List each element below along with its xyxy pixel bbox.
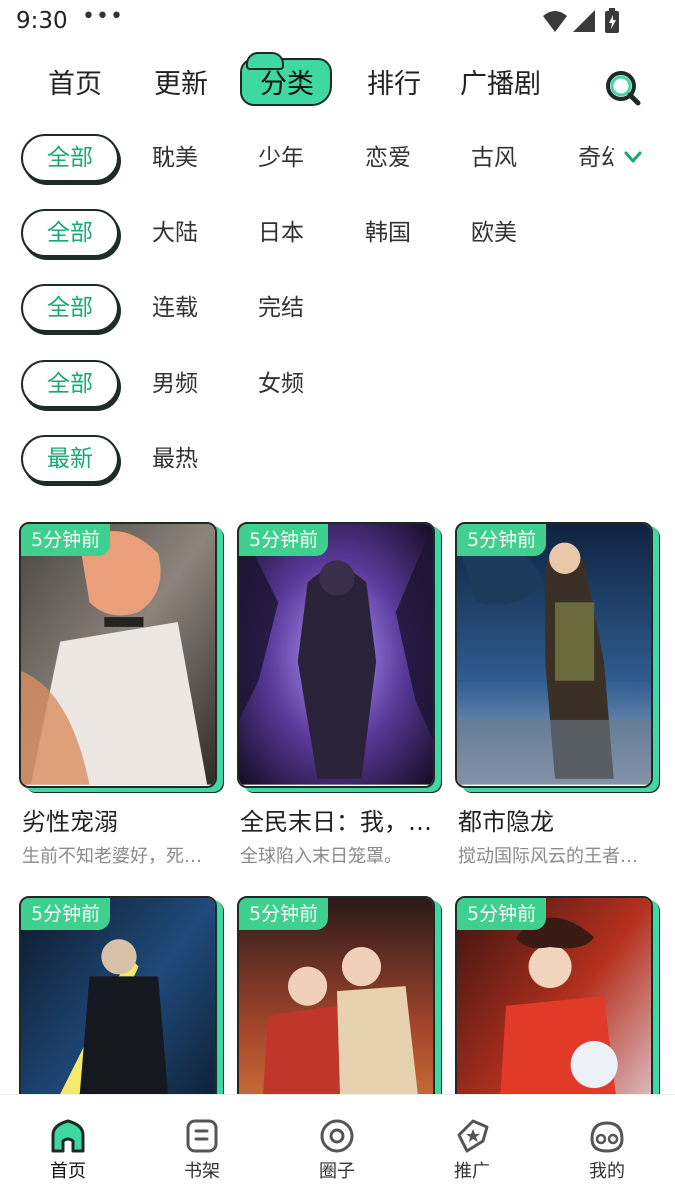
bottom-nav: 首页 书架 圈子 推广 我的 <box>0 1094 675 1200</box>
home-icon <box>51 1119 85 1153</box>
filter-chip[interactable]: 连载 <box>152 284 198 332</box>
filter-row-status: 全部 连载 完结 <box>0 284 675 336</box>
status-icons <box>543 8 619 33</box>
comic-card[interactable]: 5分钟前 都市隐龙 搅动国际风云的王者归来 <box>455 522 655 872</box>
status-more-dots: ••• <box>82 4 124 29</box>
update-time-badge: 5分钟前 <box>457 524 547 556</box>
bottom-nav-promote[interactable]: 推广 <box>422 1095 522 1200</box>
signal-icon <box>573 10 595 32</box>
cover-image <box>21 524 215 785</box>
profile-icon <box>590 1121 624 1153</box>
sort-chip-selected[interactable]: 最新 <box>21 435 119 483</box>
circle-icon <box>320 1119 354 1153</box>
update-time-badge: 5分钟前 <box>21 524 111 556</box>
tab-home[interactable]: 首页 <box>48 66 102 104</box>
search-icon[interactable] <box>603 68 641 106</box>
filter-chip[interactable]: 大陆 <box>152 209 198 257</box>
tab-categories[interactable]: 分类 <box>260 66 314 104</box>
bottom-nav-label: 我的 <box>589 1161 625 1182</box>
comic-cover[interactable]: 5分钟前 <box>237 522 435 788</box>
tab-updates[interactable]: 更新 <box>154 66 208 104</box>
update-time-badge: 5分钟前 <box>457 898 547 930</box>
filter-chip[interactable]: 古风 <box>471 134 517 182</box>
filter-chip[interactable]: 女频 <box>258 360 304 408</box>
status-time: 9:30 <box>16 8 68 34</box>
comic-title[interactable]: 全民末日：我，天灾 <box>240 802 440 837</box>
filter-chip[interactable]: 日本 <box>258 209 304 257</box>
comic-title[interactable]: 劣性宠溺 <box>22 802 222 837</box>
bottom-nav-home[interactable]: 首页 <box>18 1095 118 1200</box>
bookshelf-icon <box>186 1119 218 1153</box>
filter-chip[interactable]: 韩国 <box>365 209 411 257</box>
filter-chip[interactable]: 奇幻 <box>578 134 614 182</box>
filter-chip-selected[interactable]: 全部 <box>21 360 119 408</box>
promote-icon <box>457 1119 489 1153</box>
filter-row-genre: 全部 耽美 少年 恋爱 古风 奇幻 <box>0 134 675 186</box>
filter-chip[interactable]: 男频 <box>152 360 198 408</box>
comic-title[interactable]: 都市隐龙 <box>458 802 658 837</box>
filter-chip-selected[interactable]: 全部 <box>21 284 119 332</box>
comic-description: 生前不知老婆好，死后追妻火葬场 <box>22 846 217 867</box>
cover-image <box>239 524 433 785</box>
update-time-badge: 5分钟前 <box>239 524 329 556</box>
filter-chip[interactable]: 耽美 <box>152 134 198 182</box>
comic-cover[interactable]: 5分钟前 <box>455 522 653 788</box>
cover-image <box>457 524 651 785</box>
chevron-down-icon[interactable] <box>622 146 644 168</box>
bottom-nav-bookshelf[interactable]: 书架 <box>152 1095 252 1200</box>
update-time-badge: 5分钟前 <box>21 898 111 930</box>
filter-row-sort: 最新 最热 <box>0 435 675 487</box>
comic-card[interactable]: 5分钟前 <box>19 896 219 1162</box>
comic-description: 全球陷入末日笼罩。 <box>240 846 402 867</box>
filter-row-region: 全部 大陆 日本 韩国 欧美 <box>0 209 675 261</box>
comic-cover[interactable]: 5分钟前 <box>19 522 217 788</box>
tab-ranking[interactable]: 排行 <box>367 66 421 104</box>
comic-card[interactable]: 5分钟前 全民末日：我，天灾 全球陷入末日笼罩。 <box>237 522 440 872</box>
bottom-nav-label: 圈子 <box>319 1161 355 1182</box>
filter-chip[interactable]: 完结 <box>258 284 304 332</box>
status-bar: 9:30 ••• <box>0 0 675 46</box>
bottom-nav-label: 推广 <box>454 1161 490 1182</box>
comic-card[interactable]: 5分钟前 <box>455 896 655 1162</box>
bottom-nav-label: 书架 <box>184 1161 220 1182</box>
comic-card[interactable]: 5分钟前 劣性宠溺 生前不知老婆好，死后追妻火葬场 <box>19 522 219 872</box>
filter-chip-selected[interactable]: 全部 <box>21 209 119 257</box>
bottom-nav-label: 首页 <box>50 1161 86 1182</box>
battery-icon <box>605 8 619 33</box>
sort-chip[interactable]: 最热 <box>152 435 198 483</box>
wifi-icon <box>543 11 567 32</box>
update-time-badge: 5分钟前 <box>239 898 329 930</box>
tab-radio-drama[interactable]: 广播剧 <box>460 66 541 104</box>
filter-chip[interactable]: 恋爱 <box>365 134 411 182</box>
comic-description: 搅动国际风云的王者归来 <box>458 846 653 867</box>
filter-chip[interactable]: 欧美 <box>471 209 517 257</box>
top-nav: 首页 更新 分类 排行 广播剧 <box>0 48 675 124</box>
bottom-nav-profile[interactable]: 我的 <box>557 1095 657 1200</box>
filter-chip[interactable]: 少年 <box>258 134 304 182</box>
filter-chip-selected[interactable]: 全部 <box>21 134 119 182</box>
filter-row-audience: 全部 男频 女频 <box>0 360 675 412</box>
comic-card[interactable]: 5分钟前 <box>237 896 437 1162</box>
bottom-nav-circle[interactable]: 圈子 <box>287 1095 387 1200</box>
